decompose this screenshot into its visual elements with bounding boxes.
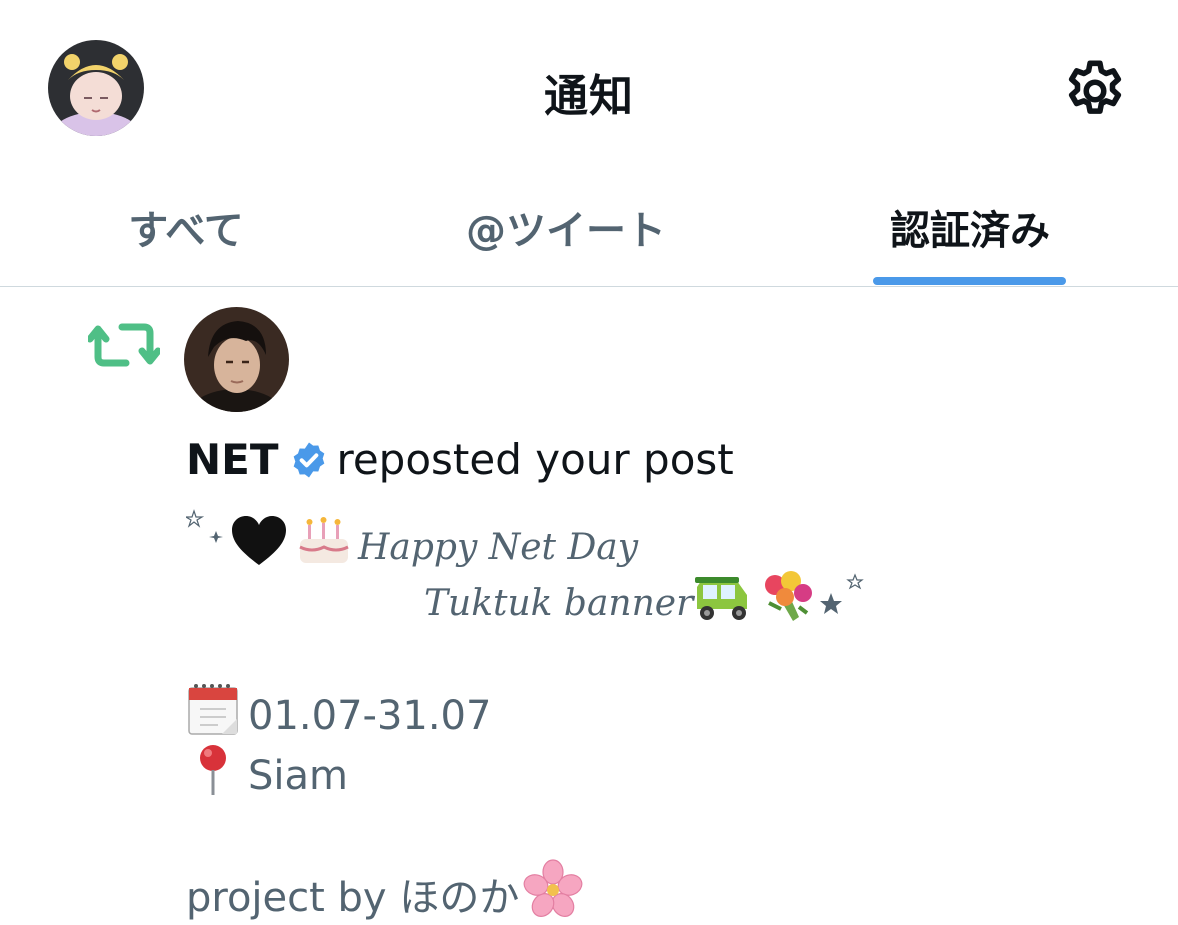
auto-rickshaw-icon (695, 577, 748, 620)
post-location-line: Siam (186, 743, 348, 799)
active-tab-indicator (873, 277, 1066, 285)
user-avatar[interactable] (184, 307, 289, 412)
star-icon (820, 573, 865, 614)
post-location-text: Siam (248, 753, 348, 799)
tab-verified[interactable]: 認証済み (780, 198, 1160, 286)
pushpin-icon (200, 745, 226, 795)
action-text: reposted your post (336, 435, 734, 484)
notification-item[interactable]: NET reposted your post Happy Net Day Tuk… (0, 287, 1178, 925)
post-date-line: 01.07-31.07 (186, 683, 491, 739)
gear-icon (1068, 60, 1122, 114)
post-credit-text: project by ほのか (186, 875, 520, 921)
post-line-2: Tuktuk banner (424, 567, 867, 625)
post-credit-line: project by ほのか (186, 859, 583, 923)
repost-icon (88, 323, 160, 367)
post-line-1-text: Happy Net Day (358, 527, 639, 568)
user-name[interactable]: NET (186, 435, 279, 484)
verified-badge-icon (293, 442, 324, 478)
post-line-2-text: Tuktuk banner (424, 583, 694, 624)
settings-button[interactable] (1060, 56, 1130, 126)
tab-mentions[interactable]: @ツイート (380, 198, 752, 286)
post-date-text: 01.07-31.07 (248, 693, 492, 739)
notification-text: NET reposted your post (186, 435, 734, 484)
top-bar: 通知 (0, 0, 1178, 170)
sparkle-icon (186, 509, 223, 543)
cherry-blossom-icon (523, 859, 583, 917)
notification-tabs: すべて @ツイート 認証済み (0, 170, 1178, 287)
black-heart-icon (232, 516, 286, 565)
calendar-icon (188, 684, 238, 735)
post-line-1: Happy Net Day (186, 509, 638, 569)
birthday-cake-icon (299, 517, 349, 563)
tab-all[interactable]: すべて (0, 198, 372, 286)
page-title: 通知 (544, 71, 634, 122)
bouquet-icon (765, 571, 813, 621)
notifications-screen: 通知 すべて @ツイート 認証済み NET reposted your post… (0, 0, 1178, 925)
